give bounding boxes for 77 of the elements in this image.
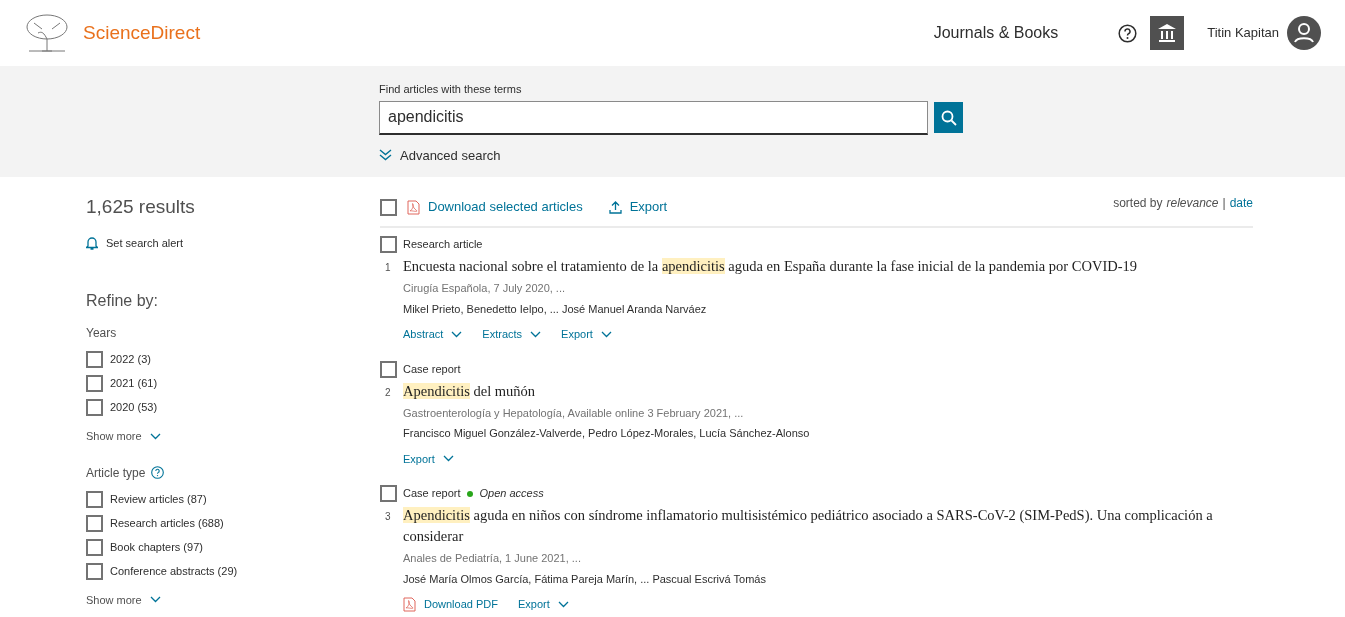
filter-option[interactable]: 2022 (3) (110, 351, 151, 368)
export-link[interactable]: Export (608, 197, 668, 217)
upload-icon (608, 200, 622, 214)
chevron-down-icon (451, 330, 463, 338)
sort-option[interactable]: date (1229, 194, 1253, 212)
chevron-down-icon (442, 455, 454, 463)
chevron-down-icon (149, 432, 161, 440)
search-field[interactable]: apendicitis (379, 100, 929, 135)
filter-option[interactable]: Conference abstracts (29) (110, 562, 238, 580)
article-source: Anales de Pediatría, 1 June 2021, ... (403, 551, 582, 566)
help-icon[interactable] (1118, 23, 1138, 43)
result-number: 2 (384, 385, 392, 400)
refine-heading: Refine by: (86, 291, 160, 311)
checkbox[interactable] (86, 514, 103, 532)
article-source: Gastroenterología y Hepatología, Available online 3 February 2021, ... (403, 405, 745, 421)
checkbox[interactable] (86, 375, 103, 392)
tree-logo-icon (24, 13, 70, 53)
pdf-icon (407, 199, 420, 215)
filter-option[interactable]: Review articles (87) (110, 490, 207, 508)
filter-heading: Article type (86, 464, 146, 482)
show-more-link[interactable]: Show more (86, 428, 161, 445)
building-icon (1157, 23, 1178, 43)
search-icon (940, 109, 957, 126)
journals-books-link[interactable]: Journals & Books (933, 21, 1059, 45)
institution-button[interactable] (1150, 16, 1185, 50)
checkbox[interactable] (380, 360, 397, 378)
article-title[interactable]: Apendicitis del muñón (403, 380, 1253, 402)
article-source: Cirugía Española, 7 July 2020, ... (403, 281, 567, 296)
checkbox[interactable] (380, 485, 397, 502)
avatar-icon[interactable] (1287, 16, 1321, 50)
article-authors: Mikel Prieto, Benedetto Ielpo, ... José Manuel Aranda Narváez (403, 301, 708, 317)
article-title[interactable]: Apendicitis aguda en niños con síndrome inflamatorio multisistémico pediátrico asociado a SARS-CoV-2 (SIM-PedS). Una complicación a considerar (403, 505, 1253, 547)
chevron-down-icon (600, 330, 612, 338)
checkbox[interactable] (86, 399, 103, 416)
dropdown-link[interactable]: Export (518, 596, 569, 613)
filter-option[interactable]: Research articles (688) (110, 514, 224, 532)
sort-label: sorted by (1113, 195, 1163, 212)
checkbox[interactable] (86, 351, 103, 368)
article-type: Research article (403, 237, 483, 253)
search-label: Find articles with these terms (379, 82, 523, 97)
result-number: 3 (384, 510, 392, 524)
filter-option[interactable]: 2021 (61) (110, 375, 158, 392)
dropdown-link[interactable]: Abstract (403, 326, 463, 343)
download-pdf-link[interactable]: Download PDF (403, 596, 498, 613)
double-chevron-icon (379, 149, 392, 162)
article-type: Case report (403, 486, 461, 502)
chevron-down-icon (149, 596, 161, 604)
checkbox[interactable] (380, 198, 397, 216)
chevron-down-icon (530, 330, 542, 338)
chevron-down-icon (557, 600, 569, 608)
article-authors: Francisco Miguel González-Valverde, Pedro López-Morales, Lucía Sánchez-Alonso (403, 426, 811, 441)
dropdown-link[interactable]: Export (403, 450, 454, 467)
checkbox[interactable] (86, 538, 103, 556)
open-access-label: Open access (479, 486, 544, 502)
pdf-icon (403, 596, 416, 612)
bell-icon (86, 235, 98, 250)
dropdown-link[interactable]: Extracts (482, 326, 542, 343)
dropdown-link[interactable]: Export (561, 326, 612, 343)
article-title[interactable]: Encuesta nacional sobre el tratamiento de la apendicitis aguda en España durante la fase inicial de la pandemia por COVID-19 (403, 256, 1253, 277)
checkbox[interactable] (380, 236, 397, 253)
filter-option[interactable]: Book chapters (97) (110, 538, 203, 556)
filter-heading: Years (86, 325, 117, 342)
checkbox[interactable] (86, 490, 103, 508)
sort-option[interactable]: relevance (1166, 194, 1219, 212)
filter-option[interactable]: 2020 (53) (110, 399, 158, 416)
result-number: 1 (384, 261, 392, 275)
results-count: 1,625 results (86, 195, 196, 219)
article-authors: José María Olmos García, Fátima Pareja Marín, ... Pascual Escrivá Tomás (403, 571, 767, 587)
download-selected-link[interactable]: Download selected articles (407, 197, 583, 217)
advanced-search-link[interactable]: Advanced search (379, 145, 963, 165)
search-button[interactable] (934, 102, 963, 133)
article-type: Case report (403, 361, 461, 377)
show-more-link[interactable]: Show more (86, 591, 161, 608)
user-name[interactable]: Titin Kapitan (1207, 23, 1279, 43)
checkbox[interactable] (86, 562, 103, 580)
search-alert-link[interactable]: Set search alert (86, 234, 184, 251)
sort-separator: | (1222, 195, 1226, 212)
